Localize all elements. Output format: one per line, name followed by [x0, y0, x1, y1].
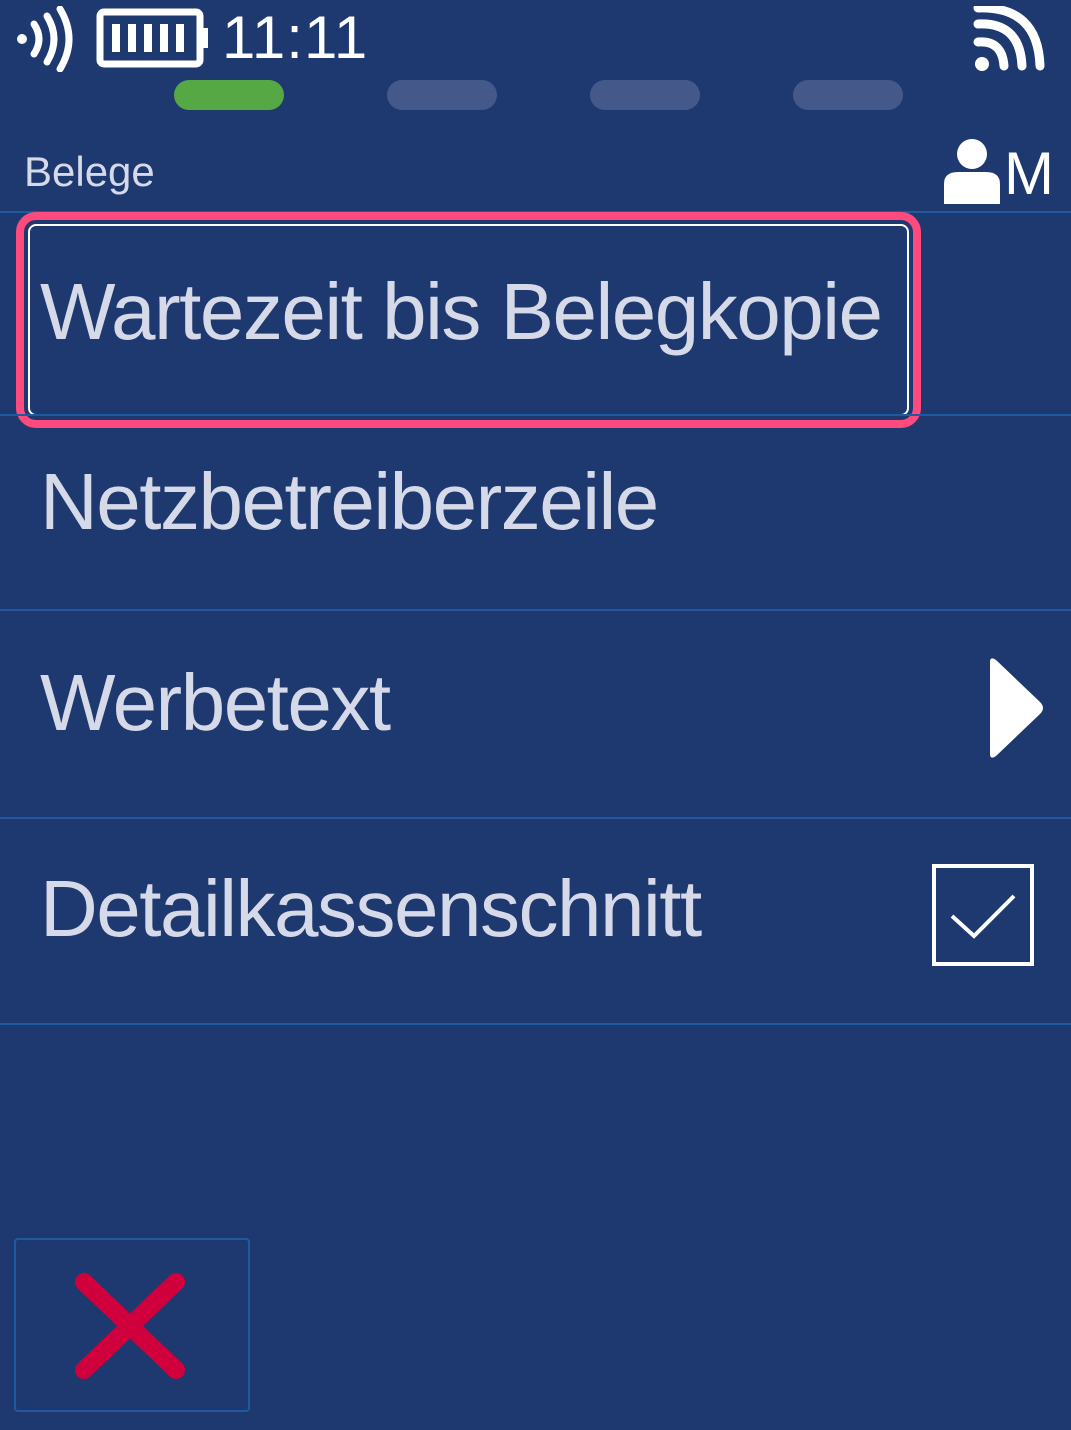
menu-item-label: Werbetext — [40, 658, 391, 747]
close-icon[interactable] — [66, 1264, 194, 1388]
status-bar: 11:11 — [0, 0, 1071, 80]
user-letter: M — [1004, 140, 1054, 207]
menu-item-label: Netzbetreiberzeile — [40, 457, 659, 546]
page-title: Belege — [24, 148, 155, 195]
step-2 — [387, 80, 497, 110]
nfc-icon — [17, 6, 73, 72]
step-1 — [174, 80, 284, 110]
clock: 11:11 — [222, 4, 369, 71]
menu-item-label: Detailkassenschnitt — [40, 864, 702, 953]
divider — [0, 1023, 1071, 1025]
chevron-right-icon[interactable] — [986, 656, 1046, 760]
menu-item-netzbetreiberzeile[interactable]: Netzbetreiberzeile — [0, 416, 1071, 608]
step-4 — [793, 80, 903, 110]
menu-item-detailkassenschnitt[interactable]: Detailkassenschnitt — [0, 819, 1071, 1023]
checkbox[interactable] — [932, 864, 1034, 966]
user-icon — [944, 139, 1000, 204]
wifi-icon — [973, 6, 1045, 71]
focus-inner-border — [28, 224, 909, 416]
step-indicator — [0, 80, 1071, 110]
menu-item-werbetext[interactable]: Werbetext — [0, 611, 1071, 816]
step-3 — [590, 80, 700, 110]
battery-icon — [96, 8, 208, 68]
